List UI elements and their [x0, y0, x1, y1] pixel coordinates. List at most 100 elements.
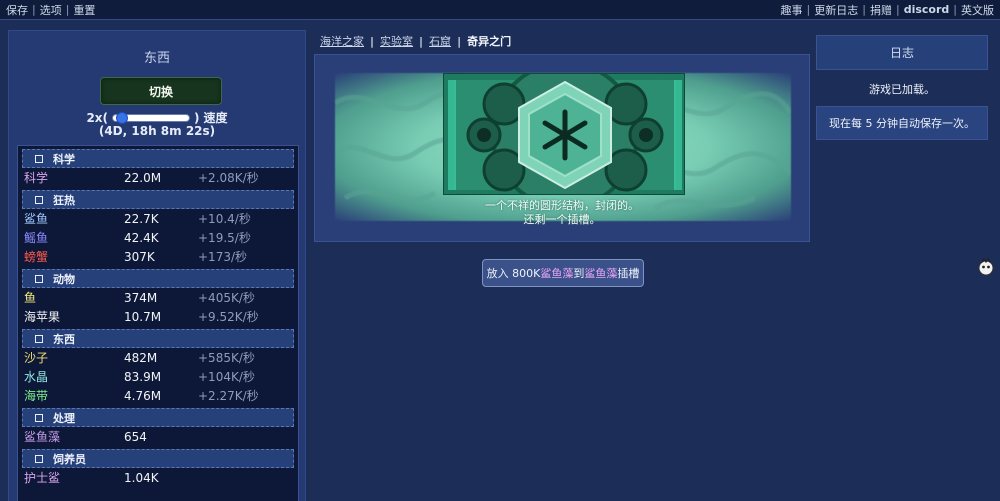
resource-rate: +19.5/秒 — [198, 231, 251, 245]
breadcrumb-current: 奇异之门 — [467, 35, 512, 48]
switch-button[interactable]: 切换 — [100, 77, 222, 105]
checkbox-icon[interactable] — [35, 413, 43, 422]
separator: | — [806, 3, 811, 16]
resource-name: 水晶 — [24, 370, 49, 384]
resource-row: 海带 4.76M +2.27K/秒 — [18, 386, 298, 405]
log-entry: 现在每 5 分钟自动保存一次。 — [816, 106, 988, 140]
resource-rate: +9.52K/秒 — [198, 310, 259, 324]
fun-facts-link[interactable]: 趣事 — [781, 2, 803, 18]
category-header[interactable]: 饲养员 — [22, 449, 294, 468]
category-label: 饲养员 — [53, 452, 86, 466]
breadcrumb-grotto[interactable]: 石窟 — [429, 33, 451, 49]
speed-slider[interactable] — [112, 111, 191, 124]
checkbox-icon[interactable] — [35, 454, 43, 463]
resource-amount: 83.9M — [124, 369, 162, 384]
resources-panel: 东西 切换 2x( ) 速度 (4D, 18h 8m 22s) 科学 科学 22.0… — [8, 30, 306, 501]
resource-row: 科学 22.0M +2.08K/秒 — [18, 168, 298, 187]
category-header[interactable]: 东西 — [22, 329, 294, 348]
changelog-link[interactable]: 更新日志 — [814, 2, 858, 18]
slider-knob[interactable] — [116, 111, 129, 124]
checkbox-icon[interactable] — [35, 334, 43, 343]
resource-row: 水晶 83.9M +104K/秒 — [18, 367, 298, 386]
speed-close-paren: ) — [194, 110, 200, 125]
resource-amount: 22.0M — [124, 170, 162, 185]
resource-amount: 654 — [124, 429, 147, 444]
strange-gate-panel: 一个不祥的圆形结构，封闭的。 还剩一个插槽。 — [314, 54, 810, 242]
resource-rate: +585K/秒 — [198, 351, 255, 365]
elapsed-time: (4D, 18h 8m 22s) — [98, 124, 216, 138]
resource-row: 鳐鱼 42.4K +19.5/秒 — [18, 228, 298, 247]
category-header[interactable]: 处理 — [22, 408, 294, 427]
speed-multiplier: 2x( — [86, 110, 109, 125]
separator: | — [895, 3, 900, 16]
resource-name: 海苹果 — [24, 310, 61, 324]
resource-rate: +173/秒 — [198, 250, 248, 264]
resource-row: 鲨鱼 22.7K +10.4/秒 — [18, 209, 298, 228]
separator: | — [862, 3, 866, 16]
checkbox-icon[interactable] — [35, 274, 43, 283]
insert-slot-button[interactable]: 放入 800K 鲨鱼藻 到 鲨鱼藻 插槽 — [482, 259, 644, 287]
checkbox-icon[interactable] — [35, 154, 43, 163]
checkbox-icon[interactable] — [35, 195, 43, 204]
insert-slot-item: 鲨鱼藻 — [584, 267, 618, 280]
category-header[interactable]: 科学 — [22, 149, 294, 168]
insert-item: 鲨鱼藻 — [540, 267, 574, 280]
resource-name: 螃蟹 — [24, 250, 49, 264]
resource-amount: 42.4K — [124, 230, 159, 245]
gate-description-line2: 还剩一个插槽。 — [523, 213, 601, 226]
resource-name: 护士鲨 — [24, 471, 61, 485]
resource-amount: 10.7M — [124, 309, 162, 324]
strange-gate-image — [443, 73, 685, 195]
resource-amount: 374M — [124, 290, 158, 305]
discord-link[interactable]: discord — [904, 3, 950, 16]
resource-name: 海带 — [24, 389, 49, 403]
resource-rate: +2.27K/秒 — [198, 389, 259, 403]
resource-amount: 22.7K — [124, 211, 159, 226]
breadcrumb-home[interactable]: 海洋之家 — [320, 33, 364, 49]
resource-row: 海苹果 10.7M +9.52K/秒 — [18, 307, 298, 326]
resource-amount: 4.76M — [124, 388, 162, 403]
resource-rate: +10.4/秒 — [198, 212, 251, 226]
resource-name: 鲨鱼 — [24, 212, 49, 226]
options-link[interactable]: 选项 — [40, 2, 62, 18]
reset-link[interactable]: 重置 — [73, 2, 95, 18]
category-label: 东西 — [53, 332, 75, 346]
breadcrumb-lab[interactable]: 实验室 — [380, 33, 413, 49]
top-menu-left: 保存 | 选项 | 重置 — [6, 2, 95, 18]
separator: | — [419, 34, 424, 48]
top-menu-right: 趣事 | 更新日志 | 捐赠 | discord | 英文版 — [781, 2, 994, 18]
log-title: 日志 — [816, 35, 988, 70]
resource-row: 鱼 374M +405K/秒 — [18, 288, 298, 307]
breadcrumb: 海洋之家 | 实验室 | 石窟 | 奇异之门 — [320, 33, 511, 49]
insert-prefix: 放入 800K — [486, 267, 541, 280]
save-link[interactable]: 保存 — [6, 2, 28, 18]
resource-amount: 1.04K — [124, 470, 159, 485]
resource-row: 护士鲨 1.04K — [18, 468, 298, 487]
separator: | — [953, 3, 957, 16]
category-header[interactable]: 动物 — [22, 269, 294, 288]
english-version-link[interactable]: 英文版 — [961, 2, 994, 18]
resource-amount: 482M — [124, 350, 158, 365]
resource-name: 鳐鱼 — [24, 231, 49, 245]
separator: | — [65, 3, 70, 16]
gate-description: 一个不祥的圆形结构，封闭的。 还剩一个插槽。 — [315, 199, 809, 227]
category-label: 科学 — [53, 152, 75, 166]
resource-rate: +405K/秒 — [198, 291, 255, 305]
resource-amount: 307K — [124, 249, 155, 264]
panel-title: 东西 — [143, 51, 170, 66]
category-header[interactable]: 狂热 — [22, 190, 294, 209]
insert-mid: 到 — [573, 267, 585, 280]
resource-name: 沙子 — [24, 351, 49, 365]
insert-suffix: 插槽 — [617, 267, 640, 280]
resource-row: 鲨鱼藻 654 — [18, 427, 298, 446]
category-label: 狂热 — [53, 193, 75, 207]
separator: | — [457, 34, 462, 48]
user-avatar-icon[interactable] — [978, 257, 994, 278]
resource-row: 沙子 482M +585K/秒 — [18, 348, 298, 367]
category-label: 动物 — [53, 272, 75, 286]
log-entry-text: 现在每 5 分钟自动保存一次。 — [829, 117, 975, 130]
gate-description-line1: 一个不祥的圆形结构，封闭的。 — [485, 199, 639, 212]
resource-rate: +2.08K/秒 — [198, 171, 259, 185]
resource-name: 科学 — [24, 171, 49, 185]
donate-link[interactable]: 捐赠 — [870, 2, 892, 18]
